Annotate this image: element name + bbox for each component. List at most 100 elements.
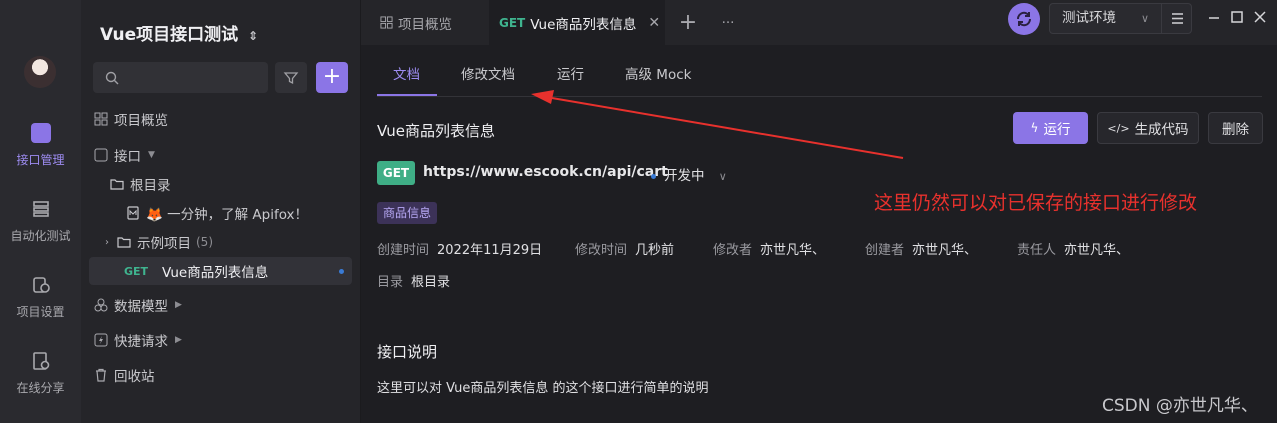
more-tabs-button[interactable]: ··· — [713, 0, 743, 45]
annotation-text: 这里仍然可以对已保存的接口进行修改 — [874, 192, 1198, 214]
tab-overview[interactable]: 项目概览 — [361, 0, 488, 45]
env-manage-button[interactable] — [1161, 3, 1192, 34]
meta-modified-time: 修改时间 几秒前 — [575, 239, 674, 258]
project-title: Vue项目接口测试 — [100, 25, 239, 45]
tree-count: (5) — [196, 235, 213, 249]
tree-item-selected-api[interactable]: GET Vue商品列表信息 — [89, 257, 352, 285]
folder-icon — [117, 237, 131, 248]
api-manage-icon — [30, 123, 51, 143]
subtab-edit-doc[interactable]: 修改文档 — [461, 63, 515, 83]
project-switcher[interactable]: Vue项目接口测试 ⇕ — [100, 20, 258, 45]
meta-key: 目录 — [377, 275, 404, 290]
meta-modifier: 修改者 亦世凡华、 — [713, 239, 825, 258]
tree-item-quick[interactable]: 快捷请求 ▶ — [89, 326, 352, 354]
rail-item-automation[interactable]: 自动化测试 — [0, 199, 81, 244]
lightning-icon: ϟ — [1030, 121, 1039, 135]
trash-icon — [96, 368, 106, 382]
rail-item-label: 自动化测试 — [10, 229, 71, 243]
tab-label: Vue商品列表信息 — [530, 16, 637, 33]
tree-label: 根目录 — [130, 178, 171, 194]
chevron-down-icon: ∨ — [1141, 12, 1150, 25]
delete-label: 删除 — [1222, 122, 1249, 138]
online-share-icon — [31, 351, 51, 371]
meta-key: 修改时间 — [575, 243, 628, 258]
run-button[interactable]: ϟ 运行 — [1013, 112, 1088, 144]
close-window-button[interactable] — [1253, 10, 1267, 24]
tab-bar: 项目概览 GET Vue商品列表信息 ✕ + ··· 测试环境 ∨ — [361, 0, 1277, 45]
sync-icon — [1016, 11, 1032, 27]
api-title: Vue商品列表信息 — [377, 122, 495, 140]
meta-directory: 目录 根目录 — [377, 271, 450, 290]
caret-down-icon: ▼ — [148, 150, 155, 160]
delete-button[interactable]: 删除 — [1208, 112, 1263, 144]
caret-right-icon: ▶ — [175, 335, 182, 345]
tree-item-models[interactable]: 数据模型 ▶ — [89, 291, 352, 319]
rail-item-label: 在线分享 — [16, 381, 65, 395]
switch-chevron-icon: ⇕ — [248, 29, 259, 43]
tab-method: GET — [499, 15, 526, 30]
watermark: CSDN @亦世凡华、 — [1102, 396, 1258, 416]
method-badge: GET — [377, 161, 415, 185]
markdown-icon — [127, 206, 139, 220]
automation-test-icon — [31, 199, 51, 219]
tree-label: 项目概览 — [114, 113, 168, 129]
close-icon[interactable]: ✕ — [648, 15, 660, 31]
tree-item-trash[interactable]: 回收站 — [89, 361, 352, 389]
grid-icon — [94, 112, 108, 126]
new-tab-button[interactable]: + — [673, 0, 703, 45]
meta-value: 亦世凡华、 — [760, 243, 826, 258]
meta-value: 亦世凡华、 — [912, 243, 978, 258]
tree-item-root[interactable]: 根目录 — [89, 170, 352, 198]
rail-item-api-manage[interactable]: 接口管理 — [0, 123, 81, 168]
tree-item-overview[interactable]: 项目概览 — [89, 105, 352, 133]
search-icon — [105, 71, 119, 85]
api-description: 这里可以对 Vue商品列表信息 的这个接口进行简单的说明 — [377, 381, 709, 396]
search-input[interactable] — [93, 62, 268, 93]
menu-icon — [1172, 13, 1183, 24]
tree-item-api[interactable]: 接口 ▼ — [89, 141, 352, 169]
main-panel: 文档 修改文档 运行 高级 Mock Vue商品列表信息 ϟ 运行 </> 生成… — [361, 45, 1277, 423]
meta-created-time: 创建时间 2022年11月29日 — [377, 239, 542, 258]
meta-key: 创建者 — [865, 243, 905, 258]
generate-code-button[interactable]: </> 生成代码 — [1097, 112, 1199, 144]
tree-label: 示例项目 — [137, 236, 191, 252]
meta-key: 修改者 — [713, 243, 753, 258]
tree-label: 回收站 — [114, 369, 155, 385]
chevron-right-icon: › — [105, 236, 109, 248]
meta-key: 创建时间 — [377, 243, 430, 258]
lightning-icon — [94, 333, 108, 347]
section-title: 接口说明 — [377, 343, 438, 361]
subtab-run[interactable]: 运行 — [557, 63, 584, 83]
subtab-divider — [377, 96, 1262, 97]
api-folder-icon — [94, 148, 108, 162]
add-button[interactable]: + — [316, 62, 348, 93]
sync-button[interactable] — [1008, 3, 1040, 35]
subtab-doc[interactable]: 文档 — [393, 63, 420, 83]
minimize-icon — [1209, 17, 1219, 19]
tab-label: 项目概览 — [398, 16, 452, 33]
minimize-button[interactable] — [1207, 10, 1221, 24]
meta-creator: 创建者 亦世凡华、 — [865, 239, 977, 258]
project-sidebar: Vue项目接口测试 ⇕ + 项目概览 接口 ▼ 根目录 🦊 一分钟，了解 Api… — [81, 0, 361, 423]
rail-item-label: 接口管理 — [16, 153, 65, 167]
subtab-mock[interactable]: 高级 Mock — [625, 63, 691, 83]
folder-icon — [110, 179, 124, 190]
status-select[interactable]: 开发中 ∨ — [651, 164, 727, 184]
icon-rail: 接口管理 自动化测试 项目设置 在线分享 — [0, 0, 81, 423]
tree-label: 数据模型 — [114, 299, 168, 315]
tree-item-doc[interactable]: 🦊 一分钟，了解 Apifox！ — [89, 199, 352, 227]
caret-right-icon: ▶ — [175, 300, 182, 310]
maximize-button[interactable] — [1230, 10, 1244, 24]
status-dot — [339, 269, 344, 274]
more-icon: ··· — [721, 14, 735, 31]
model-icon — [94, 298, 108, 312]
rail-item-project-settings[interactable]: 项目设置 — [0, 275, 81, 320]
rail-item-online-share[interactable]: 在线分享 — [0, 351, 81, 396]
tree-item-examples[interactable]: › 示例项目 (5) — [89, 228, 352, 256]
avatar[interactable] — [24, 56, 56, 88]
meta-value: 亦世凡华、 — [1064, 243, 1130, 258]
plus-icon: + — [678, 10, 698, 35]
tab-api-detail[interactable]: GET Vue商品列表信息 ✕ — [489, 0, 665, 45]
filter-button[interactable] — [275, 62, 307, 93]
tag-badge: 商品信息 — [377, 202, 438, 224]
